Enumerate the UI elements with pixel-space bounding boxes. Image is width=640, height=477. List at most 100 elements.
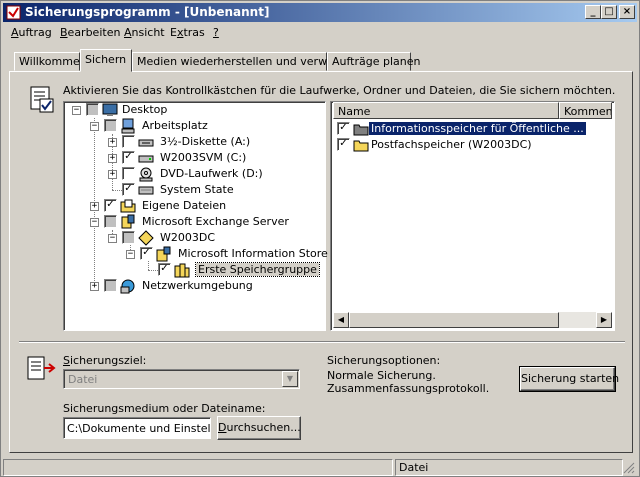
status-bar: Datei (3, 458, 637, 476)
checkbox-info-store[interactable] (140, 247, 153, 260)
app-window: Sicherungsprogramm - [Unbenannt] _ □ × A… (0, 0, 640, 477)
scroll-right-icon[interactable]: ▶ (596, 312, 612, 328)
checkbox-exchange[interactable] (104, 215, 117, 228)
tree-item-my-documents[interactable]: + Eigene Dateien (64, 198, 324, 214)
backup-target-label: Sicherungsziel: (63, 354, 146, 367)
tree-label: Desktop (122, 103, 168, 116)
tree-label: 3½-Diskette (A:) (160, 135, 251, 148)
dvd-drive-icon (139, 167, 153, 182)
exchange-server-icon (121, 214, 135, 229)
folder-icon (353, 124, 369, 136)
collapse-toggle[interactable]: − (108, 234, 117, 243)
tree-line (112, 190, 122, 191)
folder-tree[interactable]: − Desktop − Arbeitsplatz + 3½-Diskette (… (63, 101, 328, 331)
tab-schedule[interactable]: Aufträge planen (327, 52, 421, 71)
checkbox-server[interactable] (122, 231, 135, 244)
list-item-label-selected: Informationsspeicher für Öffentliche ... (369, 122, 586, 135)
expand-toggle[interactable]: + (108, 154, 117, 163)
menu-label: uftrag (18, 26, 52, 39)
backup-medium-label: Sicherungsmedium oder Dateiname: (63, 402, 266, 415)
tree-label: System State (160, 183, 234, 196)
checkbox-floppy[interactable] (122, 135, 135, 148)
expand-toggle[interactable]: + (90, 282, 99, 291)
tab-welcome[interactable]: Willkommen (14, 52, 87, 71)
documents-folder-icon (120, 199, 136, 213)
tree-label: Eigene Dateien (142, 199, 227, 212)
scroll-thumb[interactable] (349, 312, 559, 328)
maximize-button[interactable]: □ (601, 5, 617, 19)
list-item[interactable]: Informationsspeicher für Öffentliche ... (335, 121, 586, 137)
tree-label: Microsoft Exchange Server (142, 215, 289, 228)
menu-mnemonic: B (60, 26, 68, 39)
column-header-comment[interactable]: Kommentar (559, 102, 612, 119)
minimize-button[interactable]: _ (585, 5, 601, 19)
backup-items-list[interactable]: Name Kommentar Informationsspeicher für … (330, 101, 615, 331)
tree-item-info-store[interactable]: − Microsoft Information Store (64, 246, 328, 262)
list-item[interactable]: Postfachspeicher (W2003DC) (335, 137, 565, 153)
collapse-toggle[interactable]: − (126, 250, 135, 259)
tree-item-desktop[interactable]: − Desktop (64, 102, 324, 118)
collapse-toggle[interactable]: − (90, 218, 99, 227)
checkbox-my-computer[interactable] (104, 119, 117, 132)
system-state-icon (138, 186, 154, 195)
horizontal-scrollbar[interactable]: ◀ ▶ (333, 312, 612, 328)
menu-mnemonic: A (124, 26, 132, 39)
list-item-label: Postfachspeicher (W2003DC) (371, 138, 532, 151)
tree-item-c-drive[interactable]: + W2003SVM (C:) (64, 150, 324, 166)
checkbox-dvd[interactable] (122, 167, 135, 180)
separator (19, 341, 625, 343)
menu-bearbeiten[interactable]: Bearbeiten (60, 26, 120, 39)
server-icon (138, 230, 154, 246)
tree-item-floppy[interactable]: + 3½-Diskette (A:) (64, 134, 324, 150)
backup-target-value: Datei (68, 373, 98, 386)
checkbox-network[interactable] (104, 279, 117, 292)
close-button[interactable]: × (619, 5, 635, 19)
folder-icon (353, 140, 369, 152)
expand-toggle[interactable]: + (90, 202, 99, 211)
checkbox-system-state[interactable] (122, 183, 135, 196)
instruction-text: Aktivieren Sie das Kontrollkästchen für … (63, 84, 616, 97)
menu-ansicht[interactable]: Ansicht (124, 26, 165, 39)
collapse-toggle[interactable]: − (90, 122, 99, 131)
tree-item-storage-group[interactable]: Erste Speichergruppe (64, 262, 324, 278)
tree-item-network[interactable]: + Netzwerkumgebung (64, 278, 324, 294)
tree-label-selected: Erste Speichergruppe (195, 262, 320, 277)
tree-item-my-computer[interactable]: − Arbeitsplatz (64, 118, 324, 134)
checkbox-my-documents[interactable] (104, 199, 117, 212)
tree-label: DVD-Laufwerk (D:) (160, 167, 263, 180)
menu-label: earbeiten (67, 26, 121, 39)
chevron-down-icon[interactable]: ▼ (282, 371, 298, 387)
scroll-left-icon[interactable]: ◀ (333, 312, 349, 328)
menu-mnemonic: A (11, 26, 19, 39)
menu-extras[interactable]: Extras (170, 26, 205, 39)
expand-toggle[interactable]: + (108, 138, 117, 147)
button-label: urchsuchen... (226, 421, 301, 434)
browse-button[interactable]: Durchsuchen... (217, 416, 301, 440)
tree-item-exchange[interactable]: − Microsoft Exchange Server (64, 214, 324, 230)
storage-group-icon (174, 263, 190, 278)
checkbox-public-store[interactable] (337, 122, 350, 135)
title-bar[interactable]: Sicherungsprogramm - [Unbenannt] _ □ × (3, 3, 637, 22)
computer-icon (121, 118, 135, 134)
resize-grip-icon[interactable] (623, 462, 635, 474)
tab-restore[interactable]: Medien wiederherstellen und verwalten (132, 52, 355, 71)
backup-medium-input[interactable]: C:\Dokumente und Einstellun (63, 417, 211, 439)
menu-help[interactable]: ? (213, 26, 219, 39)
tree-item-server[interactable]: − W2003DC (64, 230, 324, 246)
column-header-name[interactable]: Name (333, 102, 559, 119)
status-pane-main (3, 459, 393, 476)
checkbox-storage-group[interactable] (158, 263, 171, 276)
tab-backup[interactable]: Sichern (80, 49, 132, 72)
status-pane-target: Datei (395, 459, 623, 476)
checkbox-c-drive[interactable] (122, 151, 135, 164)
backup-target-select[interactable]: Datei ▼ (63, 369, 300, 389)
start-backup-button[interactable]: Sicherung starten (519, 366, 619, 392)
checkbox-mailbox-store[interactable] (337, 138, 350, 151)
collapse-toggle[interactable]: − (72, 106, 81, 115)
tree-label: Microsoft Information Store (178, 247, 328, 260)
expand-toggle[interactable]: + (108, 170, 117, 179)
tree-item-dvd[interactable]: + DVD-Laufwerk (D:) (64, 166, 324, 182)
checkbox-desktop[interactable] (86, 103, 99, 116)
tree-item-system-state[interactable]: System State (64, 182, 324, 198)
menu-auftrag[interactable]: Auftrag (11, 26, 52, 39)
